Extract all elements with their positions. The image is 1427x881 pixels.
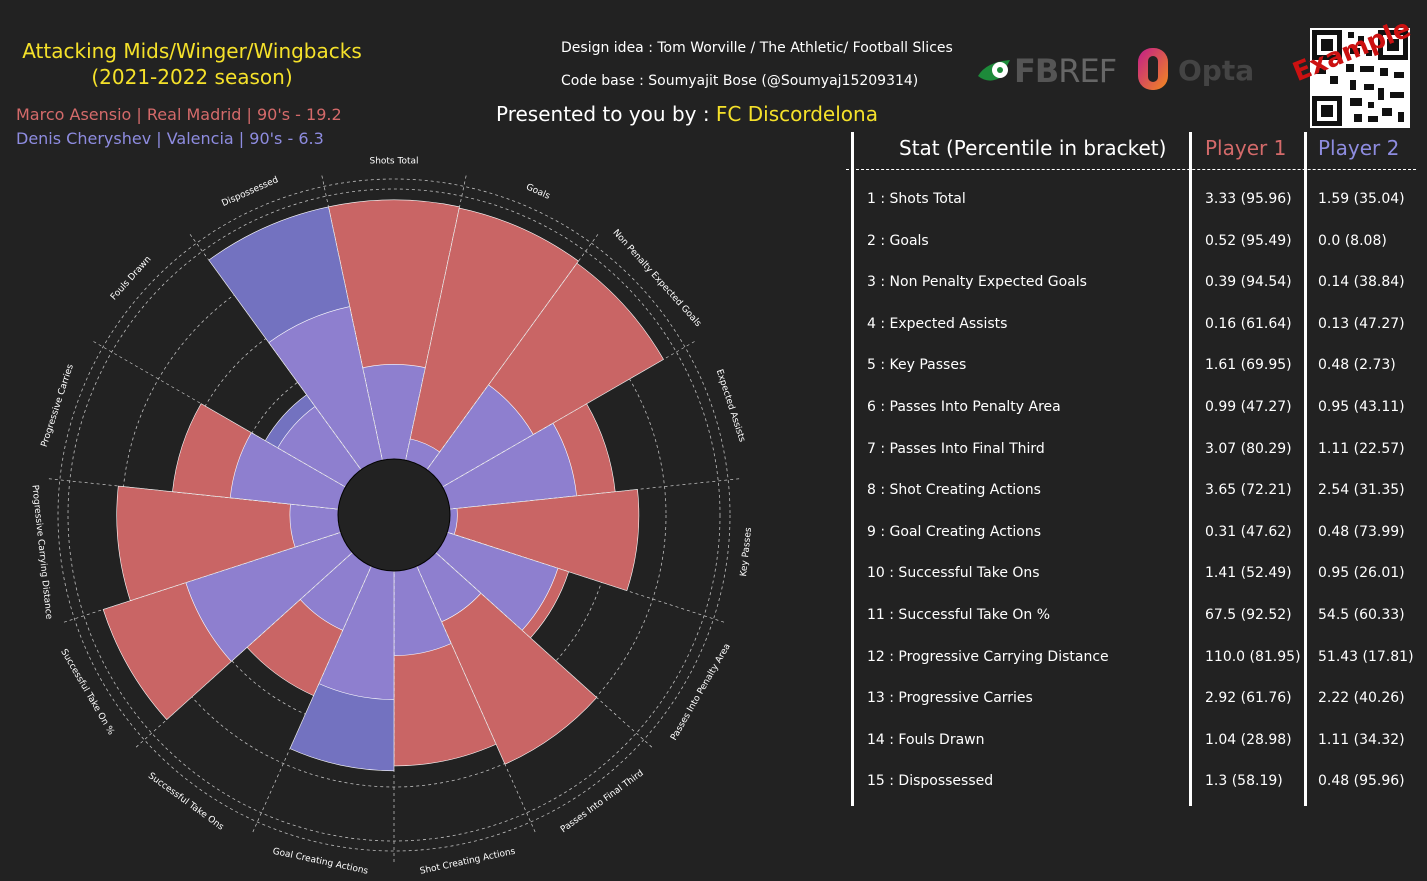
table-cell-p2: 0.95 (26.01) <box>1318 565 1405 582</box>
table-cell-p1: 3.07 (80.29) <box>1205 440 1292 457</box>
table-cell-p2: 0.48 (73.99) <box>1318 523 1405 540</box>
category-label: Goal Creating Actions <box>272 847 370 877</box>
table-cell-p2: 51.43 (17.81) <box>1318 648 1414 665</box>
table-cell-p2: 0.48 (2.73) <box>1318 357 1396 374</box>
table-cell-p1: 0.39 (94.54) <box>1205 274 1292 291</box>
table-cell-p2: 0.0 (8.08) <box>1318 232 1387 249</box>
player1-label: Marco Asensio | Real Madrid | 90's - 19.… <box>16 105 342 124</box>
table-cell-stat: 4 : Expected Assists <box>867 315 1008 332</box>
opta-logo-text: Opta <box>1178 54 1255 87</box>
category-label: Successful Take On % <box>58 648 116 738</box>
category-label: Passes Into Penalty Area <box>669 642 733 742</box>
fbref-logo: FBREF <box>976 52 1117 90</box>
table-cell-stat: 13 : Progressive Carries <box>867 690 1033 707</box>
category-label: Expected Assists <box>714 368 747 443</box>
table-cell-p1: 67.5 (92.52) <box>1205 607 1292 623</box>
table-cell-p2: 1.59 (35.04) <box>1318 191 1405 207</box>
table-cell-p1: 1.41 (52.49) <box>1205 565 1292 582</box>
category-label: Successful Take Ons <box>146 771 226 833</box>
table-divider <box>851 132 854 806</box>
fbref-logo-fb: FB <box>1014 52 1059 90</box>
category-label: Progressive Carries <box>40 363 76 449</box>
table-cell-stat: 9 : Goal Creating Actions <box>867 523 1042 540</box>
table-cell-p2: 0.95 (43.11) <box>1318 399 1405 415</box>
soccer-ball-icon <box>978 60 1010 81</box>
table-cell-p2: 54.5 (60.33) <box>1318 607 1405 623</box>
table-cell-stat: 5 : Key Passes <box>867 357 967 374</box>
opta-icon <box>1138 48 1168 90</box>
table-cell-stat: 11 : Successful Take On % <box>867 607 1051 623</box>
table-cell-p2: 1.11 (34.32) <box>1318 731 1405 748</box>
table-cell-p2: 1.11 (22.57) <box>1318 440 1405 457</box>
table-cell-stat: 8 : Shot Creating Actions <box>867 482 1041 499</box>
table-cell-p2: 2.22 (40.26) <box>1318 690 1405 707</box>
table-cell-stat: 15 : Dispossessed <box>867 773 994 790</box>
table-cell-stat: 1 : Shots Total <box>867 191 966 207</box>
table-divider <box>1304 132 1307 806</box>
table-cell-stat: 10 : Successful Take Ons <box>867 565 1040 582</box>
table-cell-p2: 0.14 (38.84) <box>1318 274 1405 291</box>
category-label: Goals <box>524 182 551 202</box>
table-cell-stat: 6 : Passes Into Penalty Area <box>867 399 1061 415</box>
category-label: Key Passes <box>739 527 754 577</box>
table-cell-stat: 12 : Progressive Carrying Distance <box>867 648 1109 665</box>
code-credit: Code base : Soumyajit Bose (@Soumyaj1520… <box>561 73 919 89</box>
table-cell-stat: 2 : Goals <box>867 232 929 249</box>
center-hole <box>337 458 451 572</box>
table-cell-p1: 0.52 (95.49) <box>1205 232 1292 249</box>
presented-brand: FC Discordelona <box>715 102 878 126</box>
table-header-stat: Stat (Percentile in bracket) <box>899 136 1167 160</box>
presented-by: Presented to you by : FC Discordelona <box>496 102 878 126</box>
category-label: Shots Total <box>369 157 418 167</box>
player2-label: Denis Cheryshev | Valencia | 90's - 6.3 <box>16 129 324 148</box>
presented-prefix: Presented to you by : <box>496 102 716 126</box>
table-header-separator <box>846 169 1416 170</box>
category-label: Fouls Drawn <box>109 255 153 303</box>
table-cell-p1: 0.99 (47.27) <box>1205 399 1292 415</box>
table-cell-p1: 0.31 (47.62) <box>1205 523 1292 540</box>
table-cell-stat: 14 : Fouls Drawn <box>867 731 985 748</box>
table-cell-stat: 7 : Passes Into Final Third <box>867 440 1045 457</box>
category-label: Dispossessed <box>220 175 280 209</box>
chart-title-line2: (2021-2022 season) <box>91 65 293 89</box>
chart-title-line1: Attacking Mids/Winger/Wingbacks <box>22 39 362 63</box>
table-cell-p2: 2.54 (31.35) <box>1318 482 1405 499</box>
table-divider <box>1189 132 1192 806</box>
table-header-player2: Player 2 <box>1318 136 1400 160</box>
polar-bar-chart: Shots TotalGoalsNon Penalty Expected Goa… <box>29 157 754 877</box>
table-cell-p1: 110.0 (81.95) <box>1205 648 1301 665</box>
table-cell-p1: 2.92 (61.76) <box>1205 690 1292 707</box>
table-cell-p1: 3.65 (72.21) <box>1205 482 1292 499</box>
table-cell-p2: 0.48 (95.96) <box>1318 773 1405 790</box>
fbref-logo-ref: REF <box>1058 52 1117 90</box>
category-label: Shot Creating Actions <box>419 847 517 877</box>
table-cell-p1: 3.33 (95.96) <box>1205 191 1292 207</box>
design-credit: Design idea : Tom Worville / The Athleti… <box>561 40 953 56</box>
category-label: Progressive Carrying Distance <box>29 484 53 620</box>
table-header-player1: Player 1 <box>1205 136 1287 160</box>
table-cell-p1: 1.61 (69.95) <box>1205 357 1292 374</box>
stats-table: Stat (Percentile in bracket) Player 1 Pl… <box>846 128 1427 808</box>
table-cell-p1: 0.16 (61.64) <box>1205 315 1292 332</box>
table-cell-p2: 0.13 (47.27) <box>1318 315 1405 332</box>
table-cell-p1: 1.04 (28.98) <box>1205 731 1292 748</box>
table-cell-p1: 1.3 (58.19) <box>1205 773 1283 790</box>
table-cell-stat: 3 : Non Penalty Expected Goals <box>867 274 1087 291</box>
